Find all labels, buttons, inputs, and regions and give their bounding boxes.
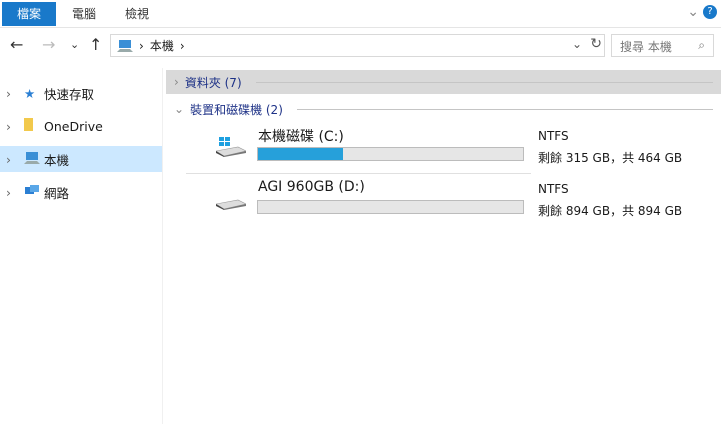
usage-fill xyxy=(258,148,343,160)
usage-bar xyxy=(257,147,524,161)
folder-icon xyxy=(24,118,42,134)
group-label: 資料夾 (7) xyxy=(184,75,242,90)
navigation-bar: ← → ⌄ ↑ › 本機 › ⌄ ↻ 搜尋 本機 ⌕ xyxy=(0,32,721,60)
filesystem: NTFS xyxy=(538,182,569,196)
address-dropdown-icon[interactable]: ⌄ xyxy=(572,37,582,51)
chevron-right-icon[interactable]: › xyxy=(180,39,185,53)
network-icon xyxy=(24,184,42,201)
content-pane: › 資料夾 (7) ⌄ 裝置和磁碟機 (2) 本機磁碟 (C:) NTFS 剩餘… xyxy=(166,68,721,424)
sidebar-item-this-pc[interactable]: › 本機 xyxy=(0,146,162,172)
usage-bar xyxy=(257,200,524,214)
sidebar-item-label: 網路 xyxy=(44,185,70,201)
free-space: 剩餘 315 GB，共 464 GB xyxy=(538,151,683,165)
drive-d[interactable]: AGI 960GB (D:) NTFS 剩餘 894 GB，共 894 GB xyxy=(166,174,721,226)
os-drive-icon xyxy=(216,137,246,157)
computer-icon xyxy=(24,151,42,168)
breadcrumb-this-pc[interactable]: 本機 xyxy=(150,37,174,54)
chevron-down-icon: ⌄ xyxy=(174,102,185,116)
group-label: 裝置和磁碟機 (2) xyxy=(190,102,283,117)
free-space: 剩餘 894 GB，共 894 GB xyxy=(538,204,683,218)
drive-icon xyxy=(216,199,246,210)
search-icon: ⌕ xyxy=(698,38,705,52)
sidebar-item-label: 快速存取 xyxy=(44,86,95,102)
expand-ribbon-icon[interactable]: ⌄ xyxy=(687,4,699,20)
sidebar-item-onedrive[interactable]: › OneDrive xyxy=(0,113,162,139)
back-button[interactable]: ← xyxy=(10,35,23,54)
computer-icon xyxy=(117,39,133,52)
drive-name: 本機磁碟 (C:) xyxy=(258,129,344,145)
forward-button[interactable]: → xyxy=(42,35,55,54)
drive-c[interactable]: 本機磁碟 (C:) NTFS 剩餘 315 GB，共 464 GB xyxy=(166,121,721,173)
expand-arrow-icon[interactable]: › xyxy=(6,152,24,167)
chevron-right-icon: › xyxy=(139,38,144,53)
divider xyxy=(255,81,713,83)
search-placeholder: 搜尋 本機 xyxy=(620,40,672,54)
sidebar-item-label: 本機 xyxy=(44,152,70,168)
group-folders[interactable]: › 資料夾 (7) xyxy=(166,70,721,94)
expand-arrow-icon[interactable]: › xyxy=(6,185,24,200)
expand-arrow-icon[interactable]: › xyxy=(6,119,24,134)
expand-arrow-icon[interactable]: › xyxy=(6,86,24,101)
divider xyxy=(296,108,713,110)
search-input[interactable]: 搜尋 本機 ⌕ xyxy=(611,34,714,57)
recent-locations-button[interactable]: ⌄ xyxy=(70,38,79,51)
sidebar-item-label: OneDrive xyxy=(44,118,103,134)
tab-computer[interactable]: 電腦 xyxy=(60,2,108,26)
tab-file[interactable]: 檔案 xyxy=(2,2,56,26)
sidebar-item-network[interactable]: › 網路 xyxy=(0,179,162,205)
address-bar[interactable]: › 本機 › ⌄ ↻ xyxy=(110,34,605,57)
navigation-pane: › ★ 快速存取 › OneDrive › 本機 › 網路 xyxy=(0,68,163,424)
refresh-button[interactable]: ↻ xyxy=(590,36,602,52)
tab-view[interactable]: 檢視 xyxy=(113,2,161,26)
star-icon: ★ xyxy=(24,85,36,101)
filesystem: NTFS xyxy=(538,129,569,143)
drive-name: AGI 960GB (D:) xyxy=(258,179,365,195)
group-devices[interactable]: ⌄ 裝置和磁碟機 (2) xyxy=(166,97,721,121)
sidebar-item-quick-access[interactable]: › ★ 快速存取 xyxy=(0,80,162,106)
chevron-right-icon: › xyxy=(174,75,179,89)
help-icon[interactable]: ? xyxy=(703,5,717,19)
up-button[interactable]: ↑ xyxy=(89,35,102,54)
ribbon: 檔案 電腦 檢視 ⌄ ? xyxy=(0,0,721,28)
